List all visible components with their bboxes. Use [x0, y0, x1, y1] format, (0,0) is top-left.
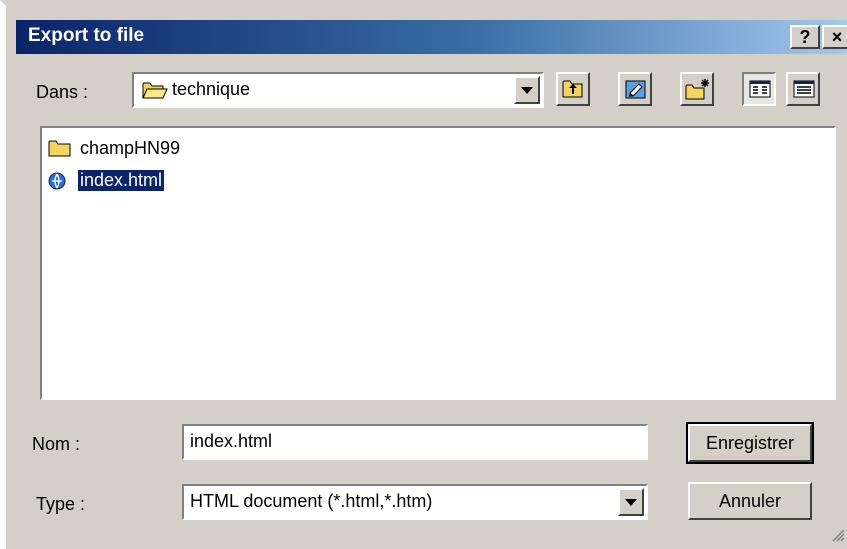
- resize-grip-icon[interactable]: [829, 526, 845, 547]
- list-item[interactable]: champHN99: [46, 136, 246, 162]
- look-in-dropdown-button[interactable]: [514, 76, 540, 104]
- dialog-title: Export to file: [28, 25, 145, 46]
- file-name-input[interactable]: index.html: [182, 424, 648, 460]
- list-view-icon: [749, 80, 771, 103]
- look-in-label-text: Dans :: [36, 82, 89, 102]
- cancel-button[interactable]: Annuler: [688, 482, 812, 520]
- folder-icon: [48, 138, 72, 163]
- chevron-down-icon: [625, 499, 637, 506]
- help-icon: ?: [799, 27, 811, 47]
- name-label-text: Nom :: [32, 434, 81, 454]
- file-type-select[interactable]: HTML document (*.html,*.htm): [182, 484, 648, 520]
- new-folder-icon: [685, 78, 711, 107]
- up-folder-icon: [562, 79, 584, 104]
- save-button-label: Enregistrer: [705, 433, 795, 453]
- name-label: Nom :: [32, 434, 80, 455]
- type-label-text: Type :: [36, 494, 86, 514]
- open-folder-icon: [142, 80, 168, 105]
- look-in-combo[interactable]: technique: [132, 72, 544, 108]
- export-dialog: Export to file ? × Dans : technique cham…: [0, 0, 847, 549]
- file-list[interactable]: champHN99 index.html: [40, 126, 836, 400]
- up-folder-button[interactable]: [556, 72, 590, 106]
- type-label: Type :: [36, 494, 85, 515]
- new-folder-button[interactable]: [680, 72, 714, 106]
- help-button[interactable]: ?: [790, 25, 820, 49]
- file-name-value: index.html: [190, 431, 273, 451]
- chevron-down-icon: [521, 87, 533, 94]
- list-view-button[interactable]: [742, 72, 776, 106]
- look-in-label: Dans :: [36, 82, 88, 103]
- file-type-dropdown-button[interactable]: [618, 488, 644, 516]
- file-type-value: HTML document (*.html,*.htm): [190, 491, 433, 511]
- details-view-button[interactable]: [786, 72, 820, 106]
- title-bar[interactable]: Export to file ? ×: [16, 20, 847, 54]
- save-button[interactable]: Enregistrer: [686, 422, 814, 464]
- file-name: champHN99: [80, 138, 181, 158]
- html-document-icon: [46, 170, 70, 197]
- desktop-icon: [624, 78, 648, 107]
- close-icon: ×: [831, 27, 843, 47]
- current-folder: technique: [172, 79, 251, 99]
- close-button[interactable]: ×: [822, 25, 847, 49]
- details-view-icon: [793, 80, 815, 103]
- desktop-button[interactable]: [618, 72, 652, 106]
- file-name: index.html: [76, 169, 166, 192]
- cancel-button-label: Annuler: [718, 491, 782, 511]
- list-item-selected[interactable]: index.html: [46, 168, 246, 194]
